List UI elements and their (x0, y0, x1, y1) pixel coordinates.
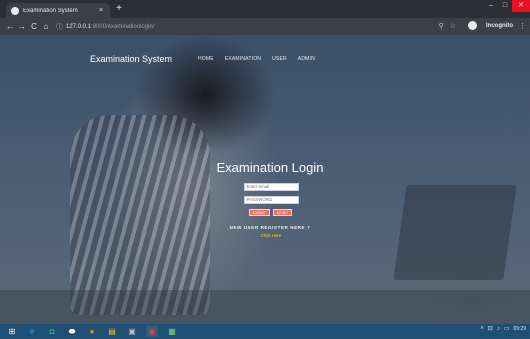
window-close-button[interactable]: ✕ (512, 0, 530, 12)
tab-close-icon[interactable]: × (97, 7, 105, 14)
nav-examination[interactable]: EXAMINATION (225, 56, 261, 62)
app-icon[interactable]: ▣ (126, 326, 138, 337)
window-controls: – □ ✕ (484, 0, 530, 12)
background-desk-image (0, 290, 530, 324)
nav-user[interactable]: USER (272, 56, 287, 62)
windows-taskbar: ⊞ e ◘ ⬬ ● ▤ ▣ ◉ ▦ ˄ ⊡ ♪ ▭ 09:29 (0, 324, 530, 339)
nav-home[interactable]: HOME (198, 56, 214, 62)
register-question: NEW USER REGISTER HERE ? (229, 225, 311, 230)
login-title: Examination Login (216, 160, 324, 175)
zoom-icon[interactable]: ⚲ (439, 22, 444, 30)
toolbar-right: ⚲ ☆ Incognito ⋮ (433, 21, 526, 30)
tray-expand-icon[interactable]: ˄ (480, 326, 484, 332)
email-field[interactable]: Enter email (243, 183, 299, 191)
browser-app-icon[interactable]: ⬬ (66, 326, 78, 337)
windows-start-icon[interactable]: ⊞ (6, 326, 18, 337)
edge-icon[interactable]: e (26, 326, 38, 337)
firefox-icon[interactable]: ● (86, 326, 98, 337)
tab-title: Examination System (23, 7, 78, 14)
password-field[interactable]: PASSWORD (243, 196, 299, 204)
home-icon[interactable]: ⌂ (40, 22, 52, 31)
maximize-button[interactable]: □ (498, 0, 512, 12)
bookmark-star-icon[interactable]: ☆ (450, 22, 456, 30)
site-brand[interactable]: Examination System (90, 54, 172, 64)
favicon-icon (11, 6, 19, 15)
main-nav: HOME EXAMINATION USER ADMIN (198, 56, 326, 62)
reset-button[interactable]: RESET (272, 209, 293, 216)
network-icon[interactable]: ⊡ (488, 325, 493, 332)
reload-icon[interactable]: C (28, 22, 40, 31)
submit-button[interactable]: SUBMIT (248, 209, 270, 216)
url-host: 127.0.0.1 (66, 23, 92, 30)
forward-icon[interactable]: → (16, 22, 28, 31)
browser-tab[interactable]: Examination System × (6, 3, 110, 18)
battery-icon[interactable]: ▭ (504, 325, 510, 332)
url-path: :8000/examinationlogin/ (91, 23, 155, 30)
system-tray: ˄ ⊡ ♪ ▭ 09:29 (476, 325, 526, 333)
volume-icon[interactable]: ♪ (497, 326, 500, 332)
back-icon[interactable]: ← (4, 22, 16, 31)
clock[interactable]: 09:29 (513, 326, 526, 332)
nav-admin[interactable]: ADMIN (298, 56, 315, 62)
browser-tab-strip: Examination System × + – □ ✕ (0, 0, 530, 18)
site-info-icon[interactable]: ⓘ (56, 22, 63, 32)
file-explorer-icon[interactable]: ▤ (106, 326, 118, 337)
login-page: Examination System HOME EXAMINATION USER… (0, 35, 530, 324)
chrome-icon[interactable]: ◉ (146, 326, 158, 337)
register-link[interactable]: Click Here (261, 233, 282, 238)
store-icon[interactable]: ◘ (46, 326, 58, 337)
browser-menu-icon[interactable]: ⋮ (519, 22, 526, 30)
address-bar[interactable]: ⓘ 127.0.0.1 :8000/examinationlogin/ (56, 20, 446, 33)
new-tab-button[interactable]: + (113, 3, 125, 15)
incognito-icon (468, 21, 477, 30)
minimize-button[interactable]: – (484, 0, 498, 12)
incognito-label: Incognito (486, 22, 513, 29)
form-buttons: SUBMIT RESET (248, 209, 296, 216)
incognito-indicator[interactable]: Incognito (462, 21, 513, 30)
browser-toolbar: ← → C ⌂ ⓘ 127.0.0.1 :8000/examinationlog… (0, 18, 530, 35)
editor-app-icon[interactable]: ▦ (166, 326, 178, 337)
login-form: Examination Login Enter email PASSWORD S… (0, 160, 530, 238)
